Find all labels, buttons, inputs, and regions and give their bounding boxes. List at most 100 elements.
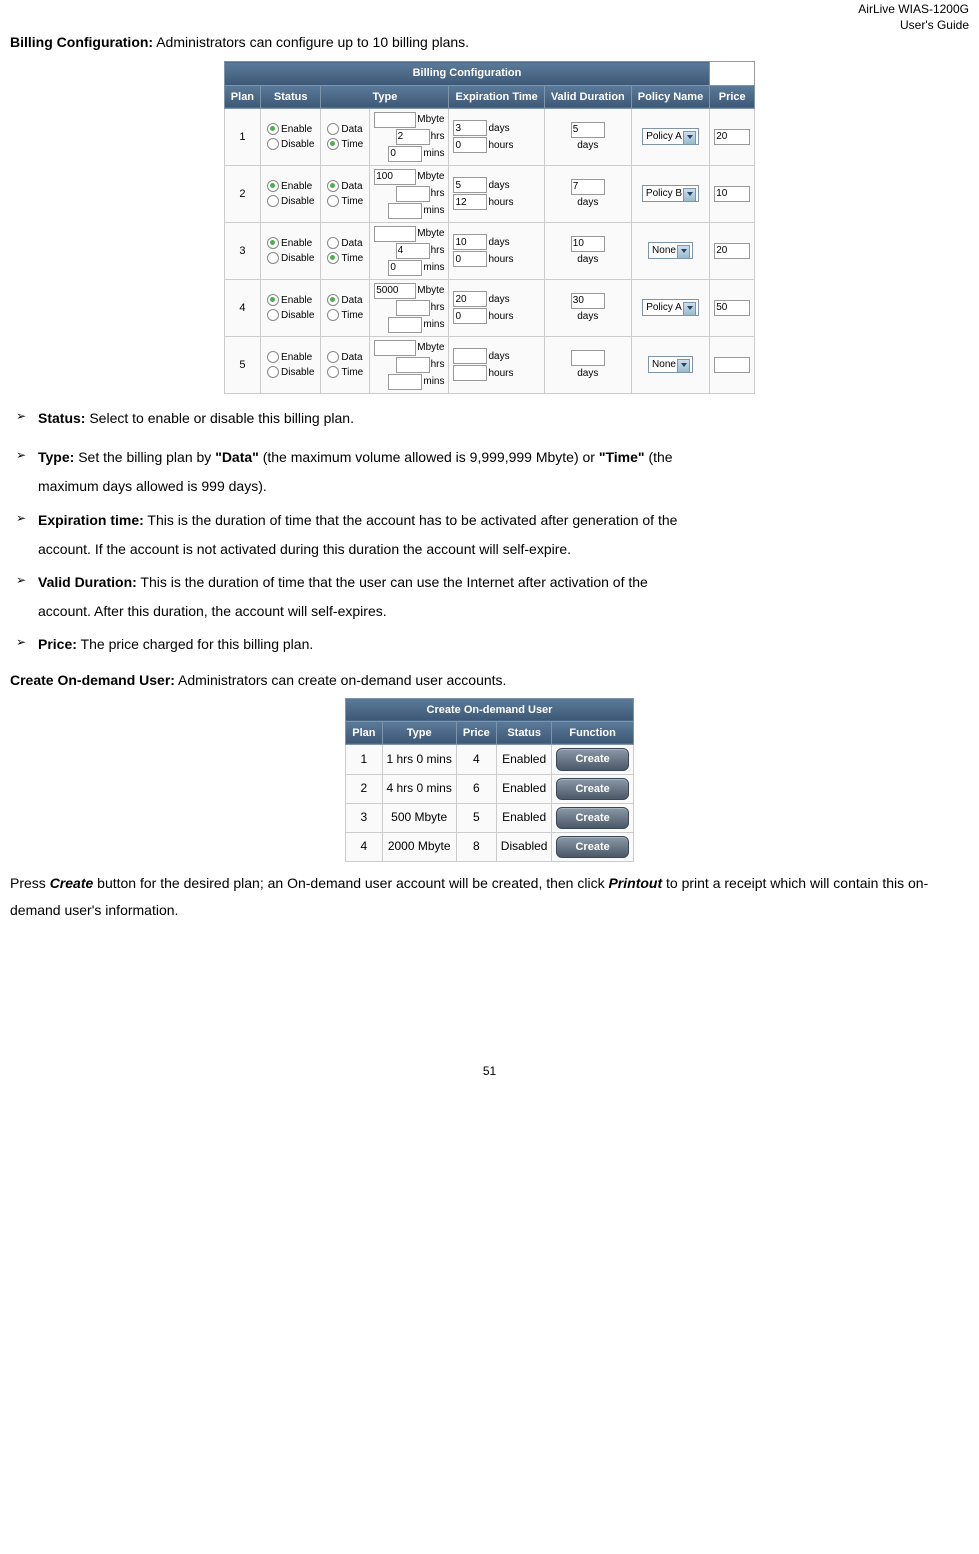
hrs-input[interactable] [396,357,430,373]
billing-row: 1 Enable Disable Data Time Mbyte hrs min… [224,108,754,165]
header-line2: User's Guide [900,18,969,32]
type-radio-cell: Data Time [321,165,370,222]
exp-hours-input[interactable] [453,137,487,153]
create-title: Create On-demand User: [10,672,175,688]
disable-radio[interactable]: Disable [267,309,314,322]
price-cell [710,279,755,336]
hrs-input[interactable] [396,243,430,259]
bullet-valid-cont: account. After this duration, the accoun… [10,599,969,624]
create-button[interactable]: Create [556,836,628,858]
price-input[interactable] [714,186,750,202]
valid-cell: days [544,165,631,222]
price-input[interactable] [714,243,750,259]
mins-input[interactable] [388,203,422,219]
billing-row: 4 Enable Disable Data Time Mbyte hrs min… [224,279,754,336]
plan-cell: 3 [224,222,260,279]
policy-select[interactable]: Policy A [642,299,699,316]
mbyte-input[interactable] [374,226,416,242]
exp-hours-input[interactable] [453,365,487,381]
policy-select[interactable]: Policy A [642,128,699,145]
create-button[interactable]: Create [556,778,628,800]
enable-radio[interactable]: Enable [267,123,312,136]
cr-price: 6 [456,774,496,803]
time-radio[interactable]: Time [327,309,363,322]
create-table-title: Create On-demand User [346,698,633,721]
price-input[interactable] [714,357,750,373]
billing-table: Billing Configuration Plan Status Type E… [224,61,755,394]
policy-cell: Policy A [631,279,709,336]
data-radio[interactable]: Data [327,123,362,136]
bullet-exp-cont: account. If the account is not activated… [10,537,969,562]
create-row: 3 500 Mbyte 5 Enabled Create [346,803,633,832]
hrs-input[interactable] [396,300,430,316]
hrs-input[interactable] [396,186,430,202]
mbyte-input[interactable] [374,340,416,356]
valid-days-input[interactable] [571,122,605,138]
price-cell [710,108,755,165]
exp-days-input[interactable] [453,177,487,193]
create-button[interactable]: Create [556,748,628,770]
hrs-input[interactable] [396,129,430,145]
exp-days-input[interactable] [453,291,487,307]
type-value-cell: Mbyte hrs mins [370,108,449,165]
enable-radio[interactable]: Enable [267,351,312,364]
th-price: Price [456,721,496,744]
disable-radio[interactable]: Disable [267,138,314,151]
enable-radio[interactable]: Enable [267,294,312,307]
create-table: Create On-demand User Plan Type Price St… [345,698,633,863]
cr-plan: 3 [346,803,382,832]
bullet-type-cont: maximum days allowed is 999 days). [10,474,969,499]
valid-days-input[interactable] [571,179,605,195]
valid-days-input[interactable] [571,350,605,366]
enable-radio[interactable]: Enable [267,237,312,250]
cr-status: Enabled [496,774,552,803]
mbyte-input[interactable] [374,112,416,128]
valid-days-input[interactable] [571,293,605,309]
valid-cell: days [544,336,631,393]
exp-hours-input[interactable] [453,251,487,267]
time-radio[interactable]: Time [327,195,363,208]
data-radio[interactable]: Data [327,237,362,250]
billing-row: 2 Enable Disable Data Time Mbyte hrs min… [224,165,754,222]
data-radio[interactable]: Data [327,180,362,193]
policy-select[interactable]: None [648,242,693,259]
valid-cell: days [544,222,631,279]
mins-input[interactable] [388,374,422,390]
valid-cell: days [544,279,631,336]
exp-days-input[interactable] [453,348,487,364]
disable-radio[interactable]: Disable [267,252,314,265]
mins-input[interactable] [388,317,422,333]
policy-select[interactable]: Policy B [642,185,699,202]
price-input[interactable] [714,129,750,145]
cr-plan: 4 [346,833,382,862]
time-radio[interactable]: Time [327,138,363,151]
type-value-cell: Mbyte hrs mins [370,165,449,222]
exp-days-input[interactable] [453,120,487,136]
time-radio[interactable]: Time [327,252,363,265]
valid-days-input[interactable] [571,236,605,252]
create-button[interactable]: Create [556,807,628,829]
exp-hours-input[interactable] [453,308,487,324]
disable-radio[interactable]: Disable [267,366,314,379]
data-radio[interactable]: Data [327,294,362,307]
billing-row: 5 Enable Disable Data Time Mbyte hrs min… [224,336,754,393]
document-header: AirLive WIAS-1200G User's Guide [10,2,969,33]
type-radio-cell: Data Time [321,279,370,336]
cr-type: 500 Mbyte [382,803,456,832]
enable-radio[interactable]: Enable [267,180,312,193]
time-radio[interactable]: Time [327,366,363,379]
billing-intro: Billing Configuration: Administrators ca… [10,33,969,51]
mins-input[interactable] [388,146,422,162]
price-input[interactable] [714,300,750,316]
cr-function: Create [552,774,633,803]
mbyte-input[interactable] [374,283,416,299]
mins-input[interactable] [388,260,422,276]
data-radio[interactable]: Data [327,351,362,364]
exp-days-input[interactable] [453,234,487,250]
disable-radio[interactable]: Disable [267,195,314,208]
mbyte-input[interactable] [374,169,416,185]
th-exp: Expiration Time [449,85,544,108]
policy-select[interactable]: None [648,356,693,373]
exp-cell: days hours [449,108,544,165]
exp-hours-input[interactable] [453,194,487,210]
